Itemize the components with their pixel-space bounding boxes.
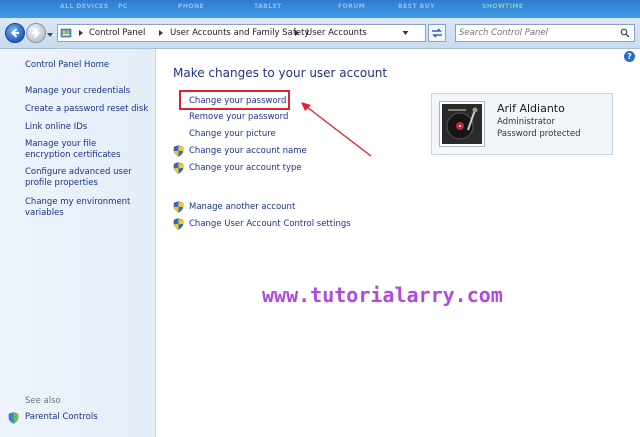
search-input[interactable] <box>459 26 609 40</box>
change-account-name-link[interactable]: Change your account name <box>189 146 307 156</box>
change-account-type-link[interactable]: Change your account type <box>189 163 302 173</box>
sidebar-item-manage-credentials[interactable]: Manage your credentials <box>25 86 130 97</box>
chevron-right-icon[interactable] <box>158 29 164 37</box>
turntable-icon <box>442 104 482 144</box>
annotation-arrow <box>301 102 372 157</box>
sidebar-item-password-reset-disk[interactable]: Create a password reset disk <box>25 104 148 115</box>
shield-icon <box>173 218 184 230</box>
forward-button[interactable] <box>26 23 46 43</box>
shield-icon <box>173 201 184 213</box>
history-dropdown-icon[interactable] <box>46 31 54 39</box>
uac-settings-link[interactable]: Change User Account Control settings <box>189 219 351 229</box>
see-also-heading: See also <box>25 396 61 406</box>
watermark-text: www.tutorialarry.com <box>262 283 503 307</box>
arrow-left-icon <box>11 28 19 38</box>
shield-icon <box>173 145 184 157</box>
breadcrumb-item[interactable]: User Accounts and Family Safety <box>170 28 309 38</box>
change-password-link[interactable]: Change your password <box>189 96 286 106</box>
top-strip-item: BEST BUY <box>398 3 435 10</box>
shield-icon <box>173 162 184 174</box>
sidebar-item-parental-controls[interactable]: Parental Controls <box>25 412 98 422</box>
search-box[interactable] <box>455 24 635 42</box>
remove-password-link[interactable]: Remove your password <box>189 112 288 122</box>
sidebar-item-file-encryption[interactable]: Manage your file encryption certificates <box>25 139 143 161</box>
top-strip-item: ALL DEVICES <box>60 3 109 10</box>
navigation-bar: Control Panel User Accounts and Family S… <box>0 18 640 49</box>
search-icon[interactable] <box>620 28 630 38</box>
breadcrumb-item[interactable]: Control Panel <box>89 28 145 38</box>
address-bar[interactable]: Control Panel User Accounts and Family S… <box>57 24 426 42</box>
help-button[interactable]: ? <box>624 51 635 62</box>
sidebar-item-control-panel-home[interactable]: Control Panel Home <box>25 60 109 71</box>
user-name: Arif Aldianto <box>497 102 565 115</box>
chevron-right-icon[interactable] <box>294 29 300 37</box>
top-strip-item: PC <box>118 3 128 10</box>
breadcrumb-item[interactable]: User Accounts <box>306 28 367 38</box>
sidebar: Control Panel Home Manage your credentia… <box>0 49 156 437</box>
refresh-button[interactable] <box>428 24 446 42</box>
chevron-right-icon <box>79 30 83 36</box>
user-status: Password protected <box>497 129 581 139</box>
change-picture-link[interactable]: Change your picture <box>189 129 276 139</box>
top-strip-item: SHOWTIME <box>482 3 524 10</box>
user-role: Administrator <box>497 117 555 127</box>
parental-controls-icon <box>8 412 19 424</box>
top-strip-item: FORUM <box>338 3 366 10</box>
page-title: Make changes to your user account <box>173 66 388 80</box>
arrow-right-icon <box>32 28 40 38</box>
user-account-card: Arif Aldianto Administrator Password pro… <box>431 93 613 155</box>
avatar <box>440 102 484 146</box>
refresh-icon <box>432 28 442 38</box>
top-strip-item: PHONE <box>178 3 205 10</box>
sidebar-item-link-online-ids[interactable]: Link online IDs <box>25 122 87 133</box>
control-panel-icon <box>60 28 72 38</box>
sidebar-item-advanced-profile[interactable]: Configure advanced user profile properti… <box>25 167 143 189</box>
top-strip: ALL DEVICES PC PHONE TABLET FORUM BEST B… <box>0 0 640 18</box>
chevron-down-icon[interactable] <box>402 30 409 36</box>
manage-another-account-link[interactable]: Manage another account <box>189 202 295 212</box>
back-button[interactable] <box>5 23 25 43</box>
sidebar-item-environment-variables[interactable]: Change my environment variables <box>25 197 143 219</box>
top-strip-item: TABLET <box>254 3 282 10</box>
